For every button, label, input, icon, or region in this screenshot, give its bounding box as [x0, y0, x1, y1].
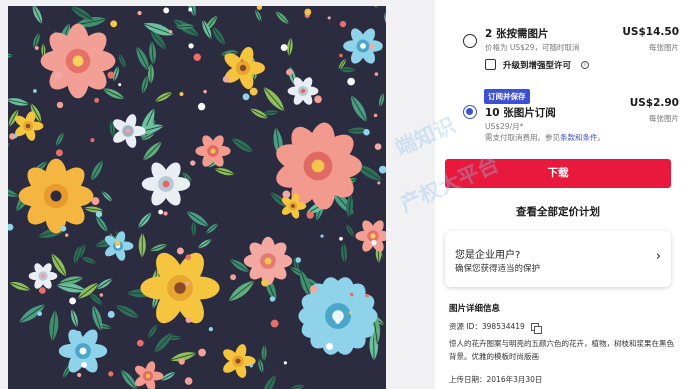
- on-demand-title: 2 张按需图片: [485, 28, 549, 40]
- asset-id-row: 资源 ID：398534419: [449, 321, 542, 334]
- pricing-panel: 2 张按需图片 价格为 US$29，可随时取消 US$14.50 每张图片 升级…: [435, 0, 687, 389]
- image-description: 惊人的花卉图案与明亮的五颜六色的花卉，植物，树枝和浆果在黑色背景。优雅的模板时尚…: [449, 339, 674, 361]
- upgrade-license-label[interactable]: 升级到增强型许可: [503, 59, 571, 71]
- subscription-title: 10 张图片订阅: [485, 107, 556, 119]
- enterprise-card[interactable]: 您是企业用户? 确保您获得适当的保护 ›: [445, 231, 671, 287]
- on-demand-radio[interactable]: [463, 34, 477, 48]
- on-demand-subtitle: 价格为 US$29，可随时取消: [485, 43, 580, 52]
- subscription-note: 需支付取消费用。参见条款和条件。: [485, 132, 605, 143]
- subscription-subtitle: US$29/月*: [485, 122, 524, 131]
- info-icon[interactable]: i: [581, 61, 589, 69]
- enterprise-subtitle: 确保您获得适当的保护: [455, 264, 541, 274]
- subscribe-save-badge: 订阅并保存: [484, 89, 530, 104]
- subscription-price: US$2.90: [629, 97, 679, 109]
- copy-icon[interactable]: [530, 322, 542, 334]
- download-button[interactable]: 下载: [445, 159, 671, 188]
- on-demand-option[interactable]: 2 张按需图片 价格为 US$29，可随时取消 US$14.50 每张图片 升级…: [435, 0, 687, 80]
- asset-id-value: 398534419: [481, 322, 525, 331]
- floral-pattern-image[interactable]: [8, 6, 386, 389]
- subscription-note-text: 需支付取消费用。参见: [485, 133, 560, 142]
- enterprise-title: 您是企业用户?: [455, 250, 521, 261]
- subscription-option[interactable]: 订阅并保存 10 张图片订阅 US$29/月* 需支付取消费用。参见条款和条件。…: [435, 85, 687, 150]
- subscription-unit: 每张图片: [649, 114, 679, 123]
- asset-id-label: 资源 ID：: [449, 322, 482, 331]
- on-demand-price: US$14.50: [622, 26, 679, 38]
- subscription-radio[interactable]: [463, 105, 477, 119]
- view-all-pricing-link[interactable]: 查看全部定价计划: [445, 204, 671, 219]
- terms-link[interactable]: 条款和条件: [560, 133, 598, 142]
- image-preview-pane: [0, 0, 435, 389]
- upgrade-license-checkbox[interactable]: [485, 59, 496, 70]
- upload-date: 上传日期：2016年3月30日: [449, 375, 543, 384]
- on-demand-unit: 每张图片: [649, 43, 679, 52]
- chevron-right-icon: ›: [655, 249, 661, 264]
- image-details-title: 图片详细信息: [449, 304, 501, 314]
- subscription-note-suffix: 。: [597, 133, 606, 142]
